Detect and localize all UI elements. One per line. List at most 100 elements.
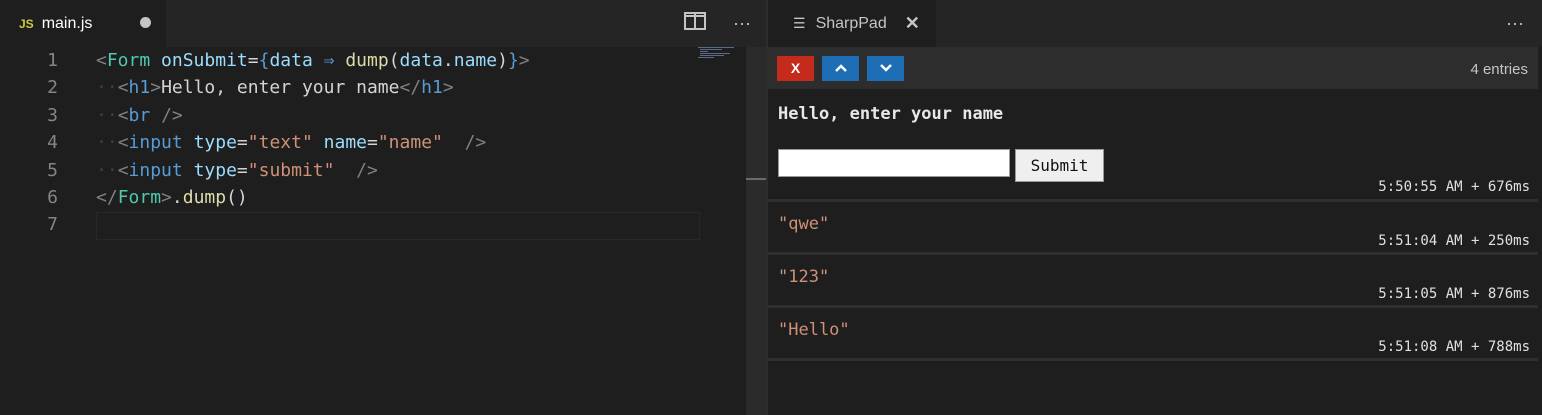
entry-timestamp: 5:51:04 AM + 250ms — [1378, 233, 1530, 249]
sharppad-tab-title: SharpPad — [815, 14, 887, 32]
code-token: dump — [182, 187, 227, 208]
code-token: < — [96, 50, 107, 71]
entry-value: "123" — [778, 267, 830, 287]
entry-separator — [768, 199, 1538, 202]
code-token: name — [453, 50, 498, 71]
entry-separator — [768, 252, 1538, 255]
code-token: < — [117, 77, 129, 99]
code-token: Form — [117, 187, 162, 208]
line-number: 7 — [47, 214, 58, 236]
javascript-file-icon: JS — [19, 16, 34, 31]
sharppad-pane: ☰ SharpPad ✕ ··· X 4 entries Hello, ente… — [768, 0, 1542, 415]
code-token: ) — [497, 50, 508, 71]
code-token: </ — [96, 187, 118, 208]
code-token: = — [367, 132, 378, 154]
code-token: = — [247, 50, 259, 71]
code-token: br — [128, 104, 151, 126]
entry-value: "Hello" — [778, 320, 850, 340]
code-token: /> — [464, 132, 487, 154]
chevron-down-icon — [879, 64, 892, 72]
close-icon[interactable]: ✕ — [905, 13, 920, 34]
chevron-up-icon — [834, 64, 847, 72]
code-line[interactable]: ··<input type="text" name="name" /> — [96, 132, 486, 153]
code-token: h1 — [128, 77, 151, 99]
code-token: ( — [388, 50, 400, 71]
tab-main-js[interactable]: JS main.js — [0, 0, 166, 47]
scroll-down-button[interactable] — [867, 56, 904, 81]
code-token: Form — [106, 50, 151, 71]
code-token: > — [150, 77, 162, 99]
scroll-up-button[interactable] — [822, 56, 859, 81]
code-token: } — [507, 50, 519, 71]
code-line[interactable]: </Form>.dump() — [96, 187, 248, 208]
sharppad-toolbar: X 4 entries — [768, 47, 1538, 89]
code-token: ·· — [96, 104, 118, 126]
code-token: input — [128, 159, 183, 181]
code-token: dump — [345, 50, 389, 71]
code-line[interactable]: ··<br /> — [96, 105, 183, 126]
code-token: = — [236, 132, 248, 154]
code-token: . — [171, 187, 183, 208]
entry-separator — [768, 305, 1538, 308]
code-token: onSubmit — [161, 50, 248, 71]
entry-timestamp: 5:50:55 AM + 676ms — [1378, 179, 1530, 195]
line-number: 6 — [47, 187, 58, 208]
entries-count: 4 entries — [1470, 61, 1528, 78]
code-token: = — [236, 159, 248, 181]
code-token: . — [442, 50, 454, 71]
code-token: data — [399, 50, 443, 71]
submit-button[interactable]: Submit — [1015, 149, 1104, 182]
code-line[interactable]: <Form onSubmit={data ⇒ dump(data.name)}> — [96, 50, 530, 71]
code-token: h1 — [421, 77, 443, 99]
code-token: "submit" — [247, 159, 335, 181]
line-number: 3 — [47, 104, 58, 126]
entry-timestamp: 5:51:08 AM + 788ms — [1378, 339, 1530, 355]
code-token: type — [193, 132, 237, 154]
more-actions-icon[interactable]: ··· — [1503, 12, 1527, 34]
code-token: () — [226, 187, 248, 208]
name-input[interactable] — [778, 149, 1010, 177]
unsaved-dot-icon[interactable] — [140, 17, 151, 28]
code-token: < — [117, 132, 129, 154]
entry-value: "qwe" — [778, 214, 830, 234]
editor-pane: JS main.js ··· 1234567 <Form onSubmit={d… — [0, 0, 766, 415]
entry-timestamp: 5:51:05 AM + 876ms — [1378, 286, 1530, 302]
code-token: "text" — [247, 132, 313, 154]
code-token: "name" — [377, 132, 443, 154]
code-token: name — [323, 132, 367, 154]
code-token: > — [518, 50, 530, 71]
code-token: Hello, enter your name — [161, 77, 400, 99]
form-heading: Hello, enter your name — [778, 104, 1004, 124]
code-line[interactable]: ··<input type="submit" /> — [96, 160, 378, 181]
entry-separator — [768, 358, 1538, 361]
tab-sharppad[interactable]: ☰ SharpPad ✕ — [768, 0, 936, 47]
lines-icon: ☰ — [793, 15, 806, 31]
line-number: 2 — [47, 77, 58, 99]
code-token: ⇒ — [323, 50, 335, 71]
line-number: 1 — [47, 50, 58, 71]
code-token: data — [269, 50, 313, 71]
code-token: ·· — [96, 132, 118, 154]
minimap[interactable] — [698, 46, 738, 60]
code-token: type — [193, 159, 237, 181]
code-token: /> — [161, 104, 183, 126]
code-token: ·· — [96, 159, 118, 181]
code-token: > — [442, 77, 454, 99]
editor-tab-bar: JS main.js ··· — [0, 0, 766, 47]
code-line[interactable]: ··<h1>Hello, enter your name</h1> — [96, 77, 454, 98]
code-token: /> — [356, 159, 378, 181]
code-token: > — [161, 187, 172, 208]
editor-vertical-scrollbar[interactable] — [746, 47, 766, 415]
split-editor-icon[interactable] — [683, 12, 707, 34]
more-actions-icon[interactable]: ··· — [730, 12, 754, 34]
clear-button[interactable]: X — [777, 56, 814, 81]
tab-file-name: main.js — [41, 14, 93, 32]
code-token: { — [258, 50, 270, 71]
code-editor[interactable]: 1234567 <Form onSubmit={data ⇒ dump(data… — [0, 47, 746, 415]
